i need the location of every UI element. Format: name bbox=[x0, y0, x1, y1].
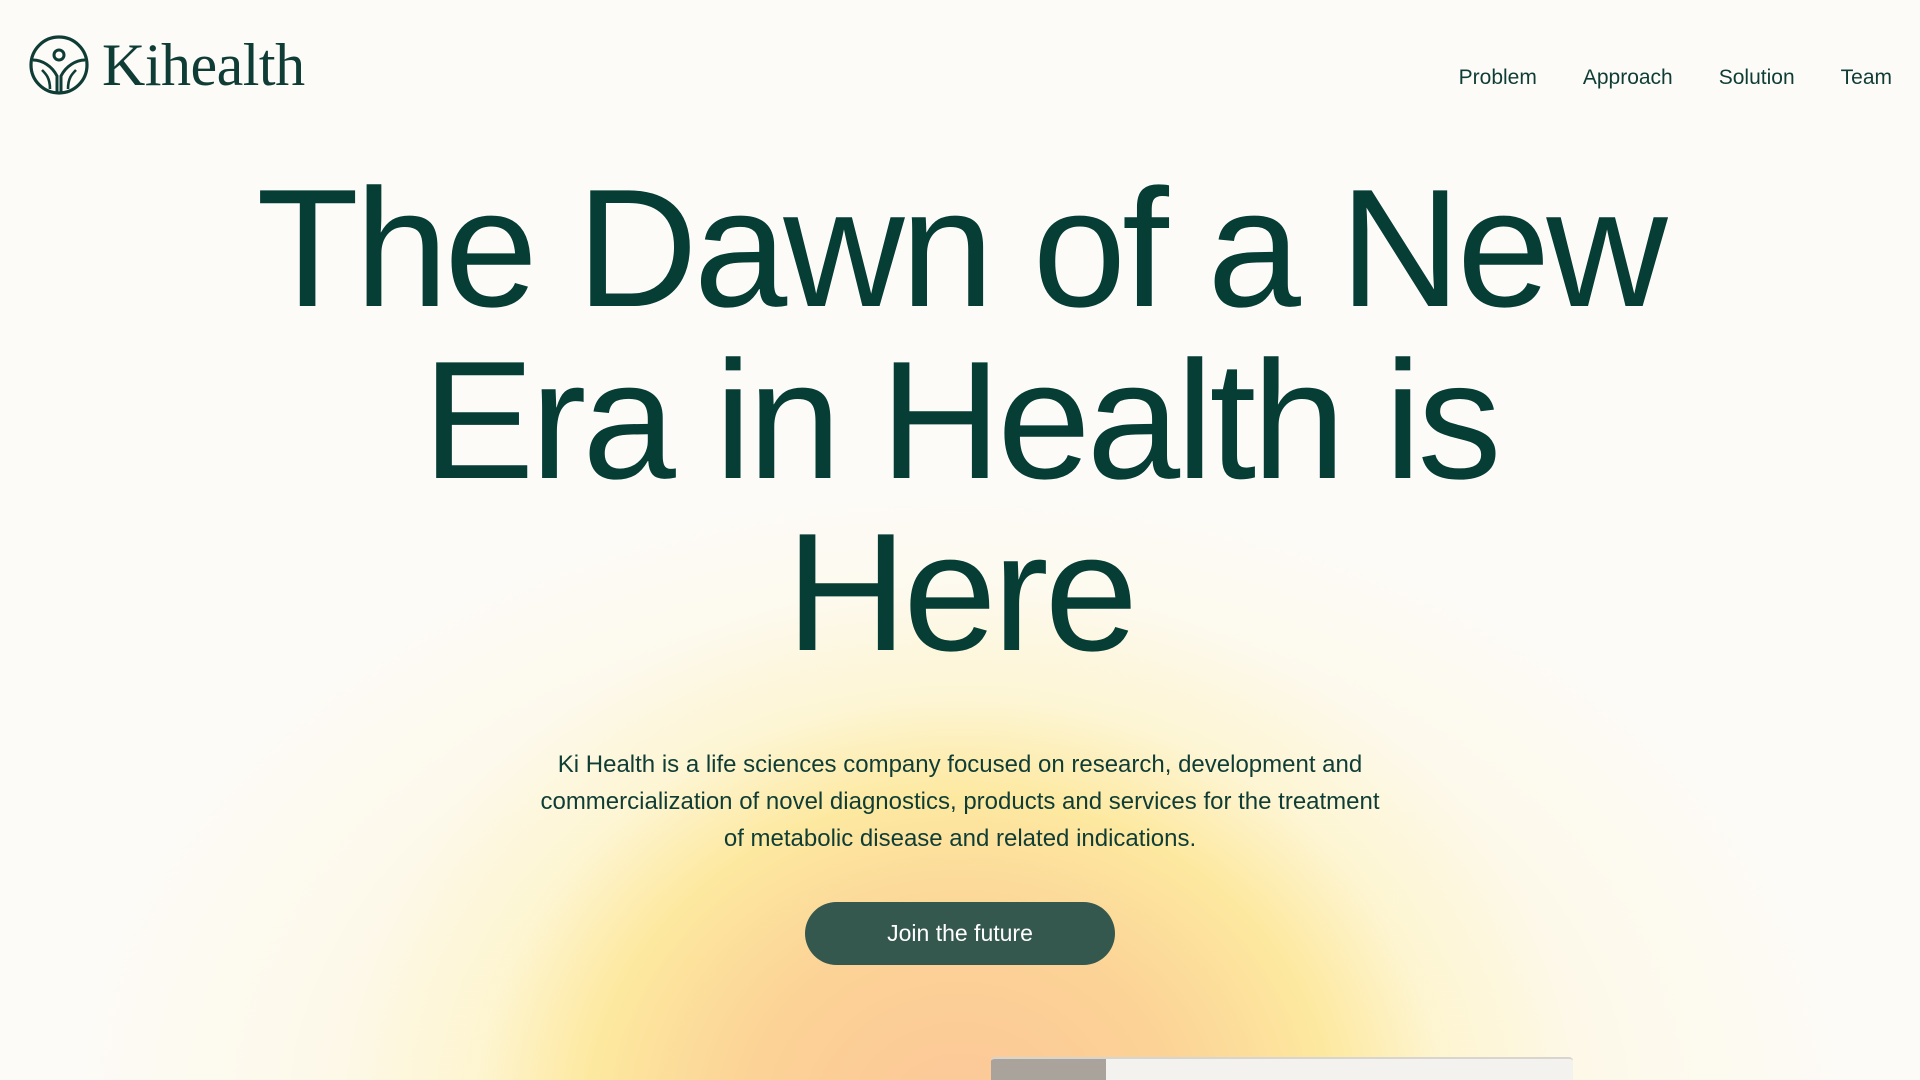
kihealth-logo-icon bbox=[29, 35, 89, 95]
hero-description: Ki Health is a life sciences company foc… bbox=[540, 751, 1380, 852]
hero-headline-line-2: Era in Health is bbox=[422, 326, 1501, 514]
nav-link-solution[interactable]: Solution bbox=[1719, 62, 1795, 94]
nav-link-problem[interactable]: Problem bbox=[1459, 62, 1537, 94]
nav-link-approach[interactable]: Approach bbox=[1583, 62, 1673, 94]
nav-link-team[interactable]: Team bbox=[1841, 62, 1892, 94]
logo-wordmark: Kihealth bbox=[102, 32, 305, 98]
hero-headline: The Dawn of a New Era in Health is Here bbox=[0, 162, 1920, 678]
preview-card-strip bbox=[991, 1059, 1106, 1080]
join-the-future-button[interactable]: Join the future bbox=[805, 902, 1115, 965]
main-nav: Problem Approach Solution Team bbox=[1459, 62, 1892, 94]
product-preview-card bbox=[991, 1057, 1573, 1080]
site-header: Kihealth Problem Approach Solution Team bbox=[0, 0, 1920, 140]
page: Kihealth Problem Approach Solution Team … bbox=[0, 0, 1920, 1080]
hero-headline-line-3: Here bbox=[785, 498, 1138, 686]
logo-link[interactable]: Kihealth bbox=[28, 34, 305, 96]
hero-headline-line-1: The Dawn of a New bbox=[256, 154, 1667, 342]
